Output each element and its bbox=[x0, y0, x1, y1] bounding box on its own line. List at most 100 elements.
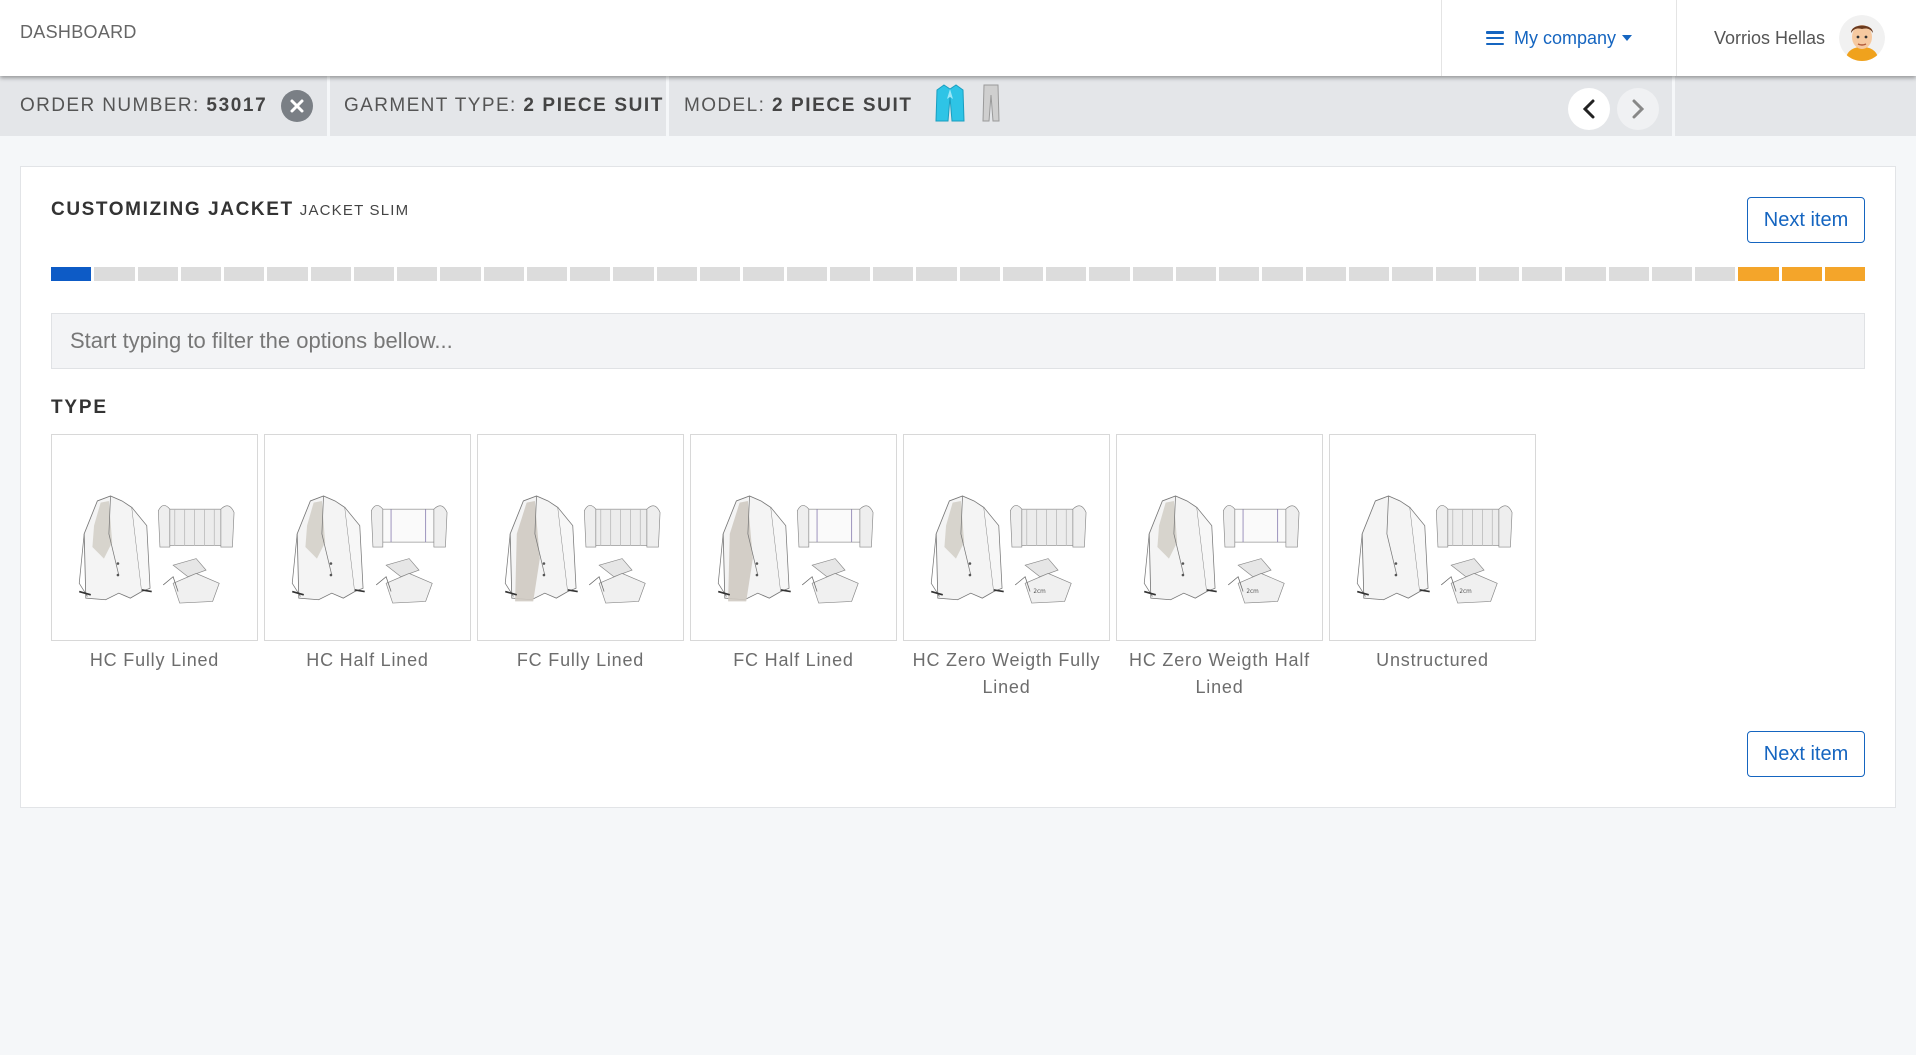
order-number-value: 53017 bbox=[206, 95, 268, 116]
progress-segment[interactable] bbox=[959, 267, 1000, 281]
user-menu[interactable]: Vorrios Hellas bbox=[1714, 0, 1886, 76]
progress-segment[interactable] bbox=[1002, 267, 1044, 281]
progress-segment[interactable] bbox=[353, 267, 395, 281]
hamburger-icon bbox=[1485, 31, 1504, 45]
option-label: HC Zero Weigth Half Lined bbox=[1129, 650, 1310, 697]
progress-segment[interactable] bbox=[570, 267, 611, 281]
section-title-type: TYPE bbox=[51, 397, 108, 418]
next-item-button-bottom[interactable]: Next item bbox=[1747, 731, 1865, 777]
order-number-label: ORDER NUMBER: bbox=[20, 95, 200, 116]
divider bbox=[1672, 76, 1675, 136]
progress-segment[interactable] bbox=[1695, 267, 1736, 281]
top-navbar: DASHBOARD My company Vorrios Hellas bbox=[0, 0, 1916, 76]
progress-segment[interactable] bbox=[743, 267, 784, 281]
progress-segment[interactable] bbox=[1435, 267, 1476, 281]
option-card[interactable]: HC Half Lined bbox=[264, 434, 471, 701]
progress-segment[interactable] bbox=[873, 267, 914, 281]
option-label: FC Half Lined bbox=[733, 650, 854, 670]
divider bbox=[327, 76, 330, 136]
garment-type: GARMENT TYPE: 2 PIECE SUIT bbox=[344, 76, 664, 136]
progress-segment[interactable] bbox=[1781, 267, 1822, 281]
progress-segment[interactable] bbox=[1175, 267, 1217, 281]
progress-segment[interactable] bbox=[1348, 267, 1390, 281]
progress-segment[interactable] bbox=[137, 267, 178, 281]
card-title-text: CUSTOMIZING JACKET bbox=[51, 199, 294, 220]
user-name: Vorrios Hellas bbox=[1714, 27, 1826, 48]
progress-segment[interactable] bbox=[1608, 267, 1649, 281]
option-label: Unstructured bbox=[1376, 650, 1489, 670]
clear-order-icon[interactable] bbox=[281, 90, 314, 122]
progress-segment[interactable] bbox=[440, 267, 481, 281]
model-value: 2 PIECE SUIT bbox=[771, 95, 913, 116]
chevron-right-icon bbox=[1632, 99, 1645, 119]
next-button[interactable] bbox=[1617, 88, 1659, 130]
filter-input[interactable] bbox=[51, 313, 1865, 369]
option-card[interactable]: 2cm HC Zero Weigth Half Lined bbox=[1116, 434, 1323, 701]
progress-segment[interactable] bbox=[1219, 267, 1260, 281]
option-label: FC Fully Lined bbox=[516, 650, 645, 670]
previous-button[interactable] bbox=[1568, 88, 1610, 130]
progress-segment[interactable] bbox=[1089, 267, 1130, 281]
progress-segment[interactable] bbox=[483, 267, 524, 281]
jacket-canvas-full-icon[interactable] bbox=[51, 434, 258, 641]
company-menu[interactable]: My company bbox=[1441, 0, 1677, 76]
progress-segment[interactable] bbox=[786, 267, 827, 281]
company-menu-label: My company bbox=[1513, 27, 1617, 48]
option-card[interactable]: FC Half Lined bbox=[690, 434, 897, 701]
progress-segment[interactable] bbox=[1305, 267, 1346, 281]
progress-segment[interactable] bbox=[1824, 267, 1866, 281]
jacket-zero-full-icon[interactable]: 2cm bbox=[903, 434, 1110, 641]
progress-segment[interactable] bbox=[180, 267, 222, 281]
progress-segment[interactable] bbox=[829, 267, 871, 281]
progress-segment[interactable] bbox=[1738, 267, 1779, 281]
progress-segment[interactable] bbox=[94, 267, 135, 281]
progress-segment[interactable] bbox=[916, 267, 957, 281]
progress-segment[interactable] bbox=[1262, 267, 1303, 281]
option-label: HC Zero Weigth Fully Lined bbox=[912, 650, 1101, 697]
progress-segment[interactable] bbox=[1046, 267, 1087, 281]
progress-segment[interactable] bbox=[51, 267, 92, 281]
progress-segment[interactable] bbox=[224, 267, 265, 281]
card-subtitle: JACKET SLIM bbox=[299, 202, 410, 219]
progress-segment[interactable] bbox=[397, 267, 438, 281]
progress-segment[interactable] bbox=[267, 267, 308, 281]
progress-segment[interactable] bbox=[1565, 267, 1606, 281]
order-number: ORDER NUMBER: 53017 bbox=[20, 76, 314, 136]
progress-segment[interactable] bbox=[310, 267, 351, 281]
jacket-full-canvas-half-icon[interactable] bbox=[690, 434, 897, 641]
dashboard-link[interactable]: DASHBOARD bbox=[20, 22, 137, 43]
next-item-button-top[interactable]: Next item bbox=[1747, 197, 1865, 243]
option-card[interactable]: 2cm HC Zero Weigth Fully Lined bbox=[903, 434, 1110, 701]
progress-segment[interactable] bbox=[526, 267, 568, 281]
jacket-icon[interactable] bbox=[935, 83, 965, 129]
progress-segment[interactable] bbox=[1132, 267, 1173, 281]
progress-segment[interactable] bbox=[1522, 267, 1563, 281]
svg-text:2cm: 2cm bbox=[1246, 589, 1259, 595]
svg-text:2cm: 2cm bbox=[1459, 589, 1472, 595]
avatar bbox=[1839, 15, 1886, 61]
model-info: MODEL: 2 PIECE SUIT bbox=[684, 76, 1001, 136]
progress-segment[interactable] bbox=[656, 267, 697, 281]
customizing-card: CUSTOMIZING JACKET JACKET SLIM Next item … bbox=[20, 166, 1896, 808]
divider bbox=[666, 76, 669, 136]
jacket-canvas-half-icon[interactable] bbox=[264, 434, 471, 641]
progress-segment[interactable] bbox=[1651, 267, 1693, 281]
option-label: HC Half Lined bbox=[306, 650, 429, 670]
option-card[interactable]: HC Fully Lined bbox=[51, 434, 258, 701]
trousers-icon[interactable] bbox=[981, 83, 1001, 129]
progress-segment[interactable] bbox=[1478, 267, 1520, 281]
svg-text:2cm: 2cm bbox=[1033, 589, 1046, 595]
model-label: MODEL: bbox=[684, 95, 766, 116]
jacket-zero-half-icon[interactable]: 2cm bbox=[1116, 434, 1323, 641]
garment-type-label: GARMENT TYPE: bbox=[344, 95, 517, 116]
option-card[interactable]: 2cm Unstructured bbox=[1329, 434, 1536, 701]
jacket-full-canvas-full-icon[interactable] bbox=[477, 434, 684, 641]
option-label: HC Fully Lined bbox=[89, 650, 220, 670]
progress-segment[interactable] bbox=[613, 267, 654, 281]
jacket-unstructured-icon[interactable]: 2cm bbox=[1329, 434, 1536, 641]
progress-bar bbox=[51, 267, 1866, 281]
option-card[interactable]: FC Fully Lined bbox=[477, 434, 684, 701]
progress-segment[interactable] bbox=[699, 267, 741, 281]
chevron-left-icon bbox=[1582, 99, 1595, 119]
progress-segment[interactable] bbox=[1392, 267, 1433, 281]
